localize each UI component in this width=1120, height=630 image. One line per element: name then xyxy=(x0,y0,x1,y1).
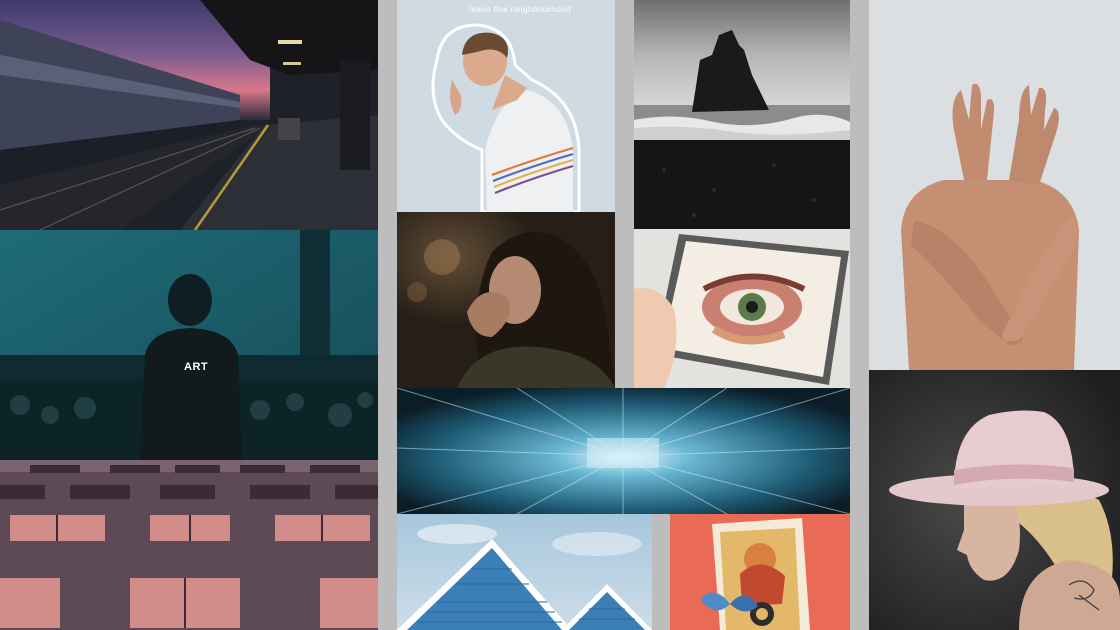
art-label: ART xyxy=(184,361,209,373)
train-platform-dusk-photo xyxy=(0,0,378,230)
building-facade-pink-windows-photo xyxy=(0,460,378,630)
blue-rooftops-photo xyxy=(397,514,652,630)
boy-striped-shirt-photo: leave this neighbourhood xyxy=(397,0,615,212)
woman-contemplative-photo xyxy=(397,212,615,388)
tunnel-motion-blur-photo xyxy=(397,388,850,514)
eye-painting-in-frame-photo xyxy=(634,229,850,388)
woman-pink-hat-photo xyxy=(869,370,1120,630)
tarot-card-collage-photo xyxy=(670,514,850,630)
sea-stack-black-beach-photo xyxy=(634,0,850,229)
boy-caption: leave this neighbourhood xyxy=(469,4,571,14)
hands-over-torso-photo xyxy=(869,0,1120,370)
silhouette-person-teal-photo: ART xyxy=(0,230,378,460)
